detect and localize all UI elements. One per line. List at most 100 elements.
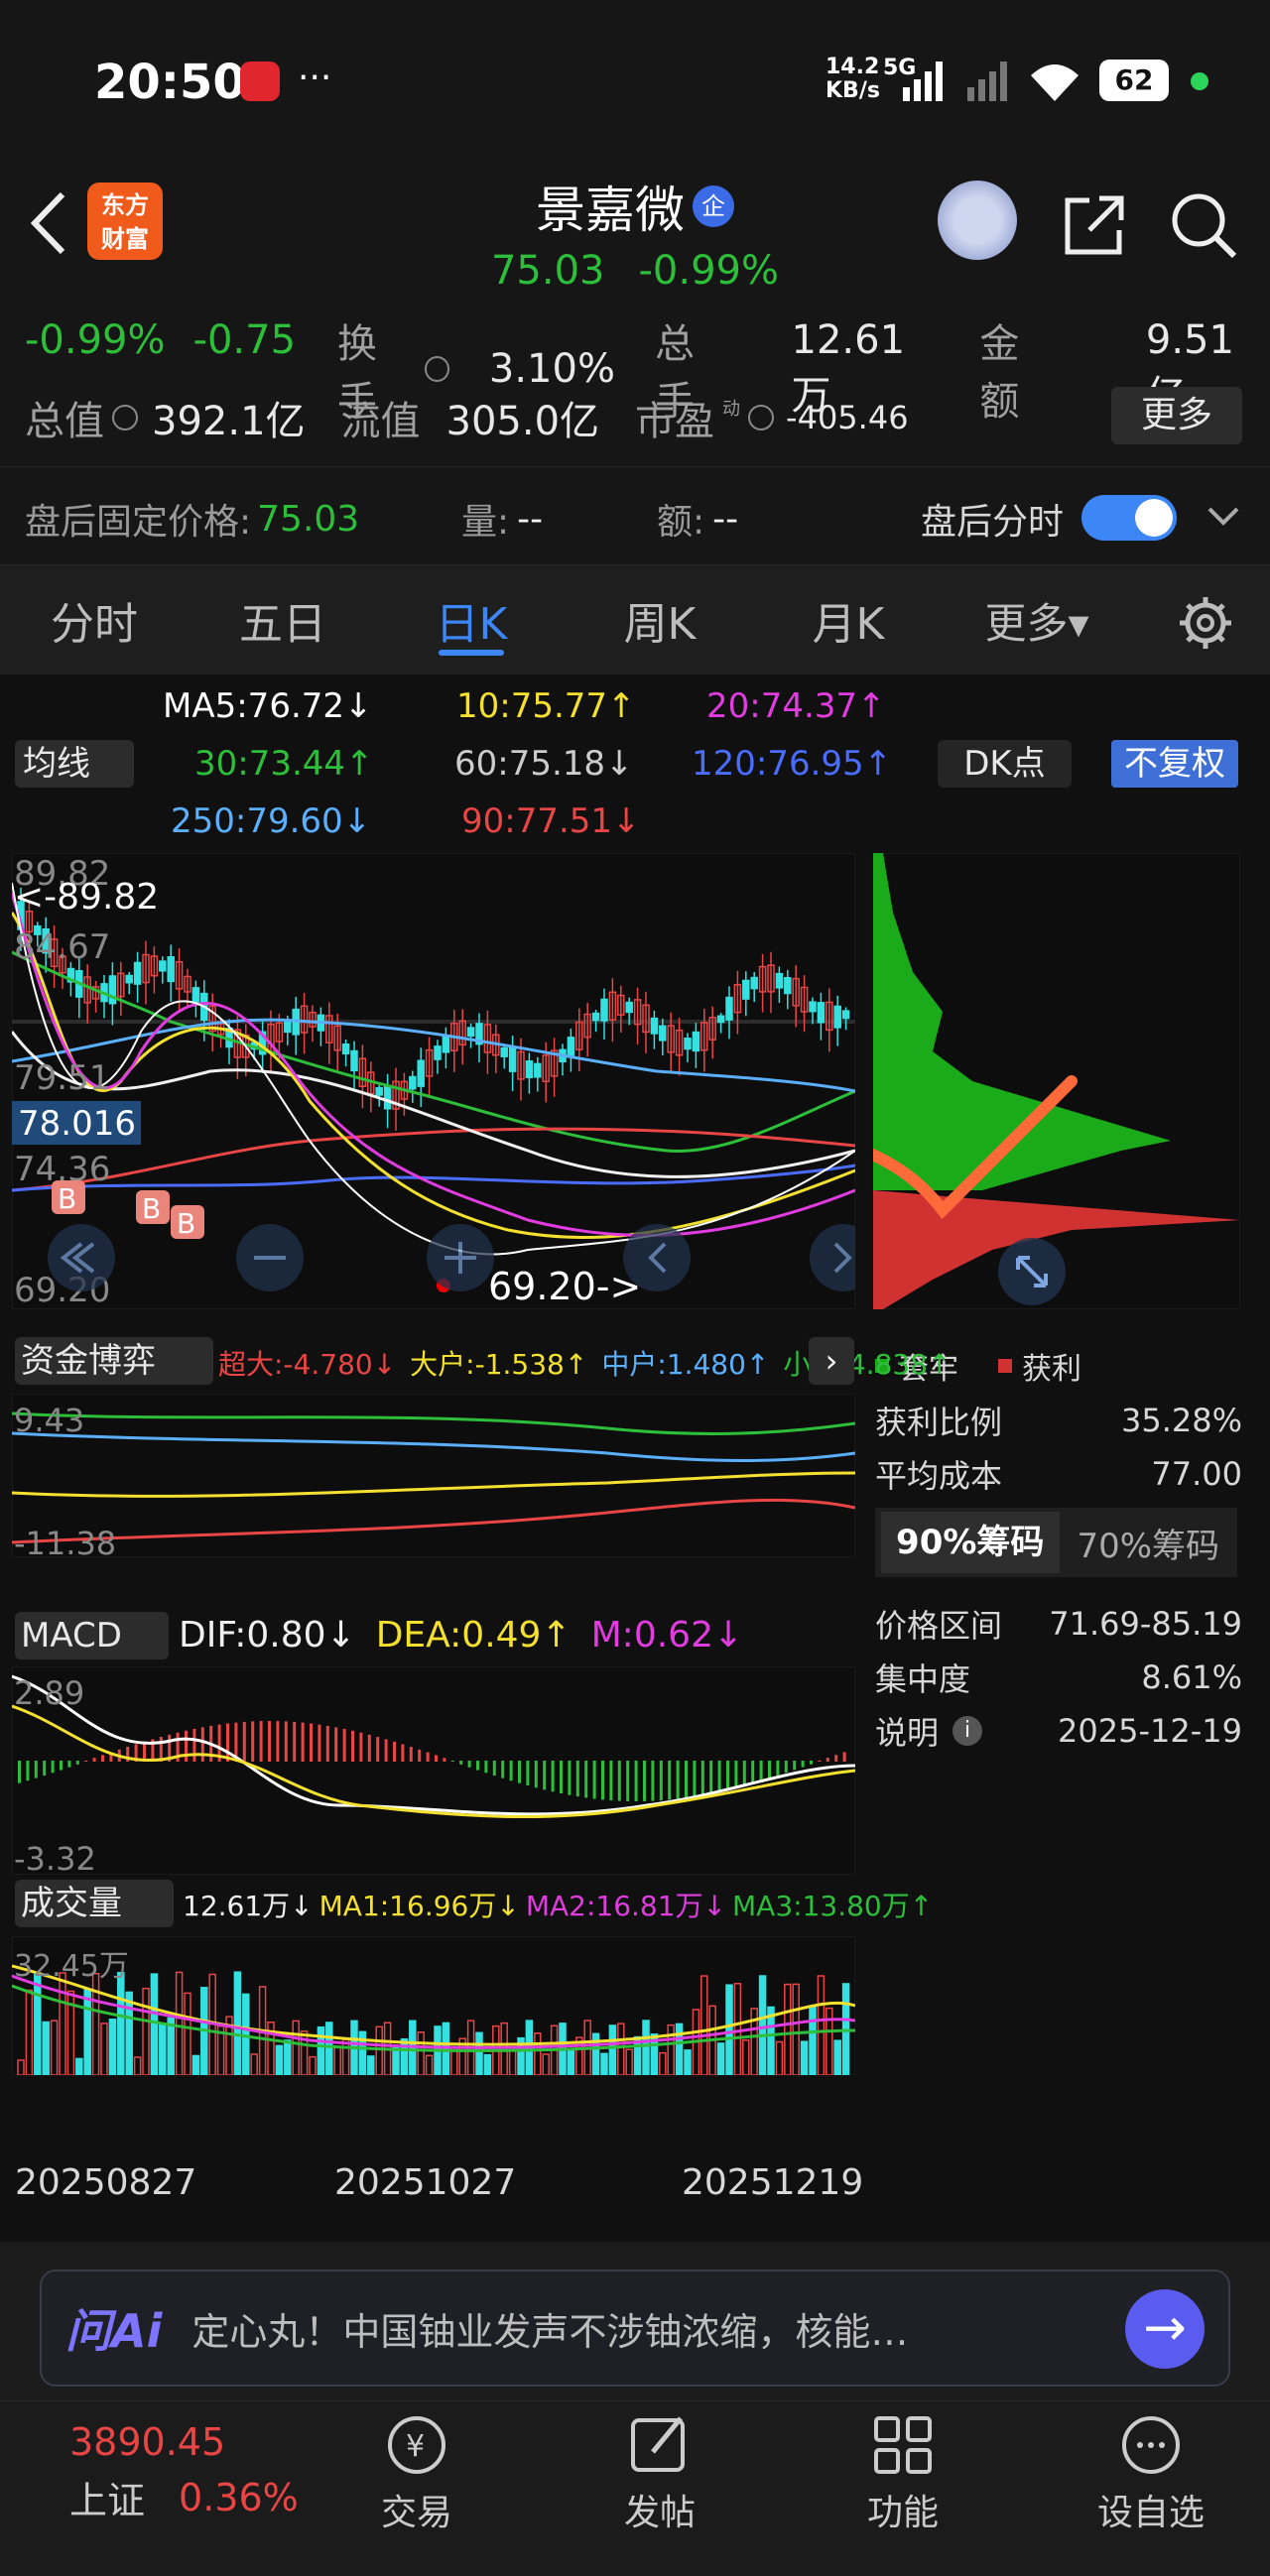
tab-more[interactable]: 更多▾ — [943, 590, 1131, 651]
macd-bar — [259, 1721, 263, 1762]
macd-bar — [443, 1758, 446, 1762]
fund-next-button[interactable]: › — [809, 1337, 854, 1385]
fund-chart[interactable]: 9.43 -11.38 — [12, 1394, 855, 1557]
macd-bar — [359, 1732, 363, 1762]
macd-bar — [534, 1761, 538, 1788]
svg-text:32.45万: 32.45万 — [14, 1949, 129, 1984]
macd-bar — [51, 1761, 55, 1774]
share-icon[interactable] — [1060, 190, 1129, 260]
battery-icon: 62 — [1099, 60, 1169, 101]
macd-bar — [584, 1761, 588, 1798]
volume-bar — [758, 1975, 767, 2075]
candle-body — [750, 976, 758, 990]
macd-bar — [467, 1761, 471, 1768]
index-value: 3890.45 — [69, 2420, 226, 2464]
robot-avatar-icon[interactable] — [938, 181, 1017, 260]
ai-bar[interactable]: 问Ai 定心丸！中国铀业发声不涉铀浓缩，核能… → — [40, 2269, 1230, 2387]
trade-icon: ¥ — [388, 2416, 445, 2474]
macd-bar — [659, 1761, 663, 1801]
date-label-mid: 20251027 — [334, 2162, 517, 2203]
macd-bar — [276, 1721, 280, 1762]
ma-select-button[interactable]: 均线 — [15, 740, 134, 788]
info-icon[interactable] — [112, 405, 138, 430]
macd-bar — [251, 1721, 255, 1762]
chevron-down-icon[interactable] — [1206, 505, 1241, 529]
dk-point-button[interactable]: DK点 — [938, 740, 1072, 788]
edit-icon — [631, 2416, 685, 2472]
volume-bar — [159, 2024, 167, 2075]
info-icon[interactable] — [748, 405, 775, 430]
ma120-legend: 120:76.95↑ — [692, 744, 893, 784]
candle-body — [508, 1046, 517, 1072]
info-icon: i — [952, 1716, 983, 1746]
tab-five-day[interactable]: 五日 — [189, 588, 377, 652]
arrow-right-icon[interactable]: → — [1125, 2289, 1205, 2369]
ai-suggestion-text[interactable]: 定心丸！中国铀业发声不涉铀浓缩，核能… — [191, 2301, 908, 2356]
macd-bar — [325, 1725, 329, 1762]
macd-bar — [60, 1761, 63, 1771]
tab-monthly-k[interactable]: 月K — [754, 588, 943, 652]
nav-post[interactable]: 发帖 — [610, 2410, 709, 2535]
macd-bar — [284, 1721, 288, 1762]
tab-daily-k[interactable]: 日K — [377, 588, 566, 656]
macd-bar — [676, 1761, 680, 1799]
volume-button[interactable]: 成交量 — [15, 1880, 174, 1927]
macd-bar — [784, 1761, 788, 1774]
macd-bar — [651, 1761, 655, 1801]
kline-chart[interactable]: 89.82 <-89.82 84.67 79.51 74.36 69.20 78… — [12, 853, 855, 1309]
nav-trade[interactable]: ¥ 交易 — [367, 2410, 466, 2535]
gear-icon[interactable] — [1176, 593, 1235, 653]
candle-body — [784, 976, 792, 995]
index-widget[interactable]: 3890.45 上证 0.36% — [69, 2420, 299, 2524]
kline-low-mark: 69.20-> — [488, 1265, 641, 1308]
candle-body — [191, 987, 200, 1004]
macd-bar — [101, 1755, 104, 1762]
chip-distribution-chart[interactable] — [873, 853, 1240, 1309]
volume-chart[interactable]: 32.45万 — [12, 1936, 855, 2075]
macd-bar — [609, 1761, 613, 1801]
volume-bar — [442, 2022, 450, 2075]
macd-chart[interactable]: 2.89 -3.32 — [12, 1666, 855, 1875]
macd-bar — [818, 1760, 822, 1762]
candle-body — [659, 1025, 667, 1042]
chart-area: MA5:76.72↓ 10:75.77↑ 20:74.37↑ 均线 30:73.… — [0, 675, 1270, 2242]
macd-bar — [34, 1761, 38, 1779]
turnover-value: 3.10% — [488, 346, 615, 392]
macd-bar — [634, 1761, 638, 1801]
macd-bar — [751, 1761, 755, 1783]
volume-bar — [675, 2023, 684, 2075]
tab-chip-90[interactable]: 90%筹码 — [881, 1512, 1060, 1573]
macd-bar — [301, 1722, 305, 1762]
adjust-button[interactable]: 不复权 — [1111, 740, 1238, 788]
macd-bar — [192, 1728, 196, 1762]
tab-intraday[interactable]: 分时 — [0, 588, 189, 652]
macd-bar — [501, 1761, 505, 1779]
fund-game-button[interactable]: 资金博弈 — [15, 1337, 213, 1385]
after-price: 75.03 — [257, 498, 360, 540]
macd-button[interactable]: MACD — [15, 1612, 169, 1659]
nav-functions[interactable]: 功能 — [853, 2410, 952, 2535]
macd-bar — [435, 1755, 438, 1762]
nav-add-watchlist[interactable]: 设自选 — [1081, 2410, 1220, 2535]
kline-y3: 79.51 — [14, 1058, 110, 1098]
svg-text:9.43: 9.43 — [14, 1402, 84, 1439]
volume-bar — [34, 1972, 42, 2075]
enterprise-badge: 企 — [693, 185, 734, 227]
tab-chip-70[interactable]: 70%筹码 — [1060, 1519, 1238, 1567]
candle-body — [692, 1031, 700, 1052]
candle-body — [284, 1020, 292, 1034]
candle-body — [125, 974, 133, 984]
macd-bar — [43, 1761, 47, 1776]
volume-bar — [608, 2024, 617, 2075]
search-icon[interactable] — [1169, 190, 1240, 262]
chip-tabs: 90%筹码 70%筹码 — [875, 1508, 1237, 1577]
volume-bar — [567, 2047, 575, 2075]
tab-weekly-k[interactable]: 周K — [566, 588, 754, 652]
app-notification-icon — [240, 61, 280, 101]
candle-body — [833, 1005, 841, 1029]
info-icon[interactable] — [424, 356, 449, 382]
more-button[interactable]: 更多 — [1111, 387, 1242, 444]
volume-legend: 12.61万↓ MA1:16.96万↓ MA2:16.81万↓ MA3:13.80万↑ — [183, 1890, 934, 1922]
macd-bar — [18, 1761, 21, 1783]
after-hours-toggle[interactable] — [1081, 495, 1177, 541]
